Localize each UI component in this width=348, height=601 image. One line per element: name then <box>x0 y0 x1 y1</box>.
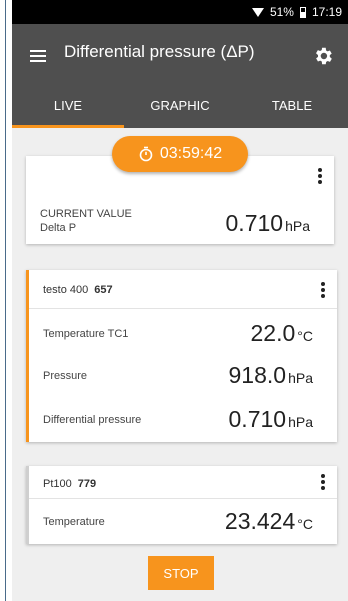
row-label: Temperature TC1 <box>43 328 129 340</box>
clock: 17:19 <box>311 5 342 19</box>
tab-graphic[interactable]: GRAPHIC <box>124 88 236 128</box>
row-value-unit: °C <box>297 516 313 532</box>
status-bar: 51% 17:19 <box>12 0 348 24</box>
current-value-label: CURRENT VALUE <box>40 208 132 220</box>
probe-card-pt100: Pt100 779 Temperature 23.424 °C <box>26 466 337 544</box>
current-value-number: 0.710 <box>225 210 284 236</box>
app-frame: 51% 17:19 Differential pressure (ΔP) LIV… <box>0 0 348 601</box>
probe-header: Pt100 779 <box>43 478 96 490</box>
divider <box>29 498 337 499</box>
more-options-icon[interactable] <box>321 474 325 490</box>
row-value: 23.424 °C <box>225 508 313 535</box>
row-value: 918.0 hPa <box>229 362 313 389</box>
tab-bar: LIVE GRAPHIC TABLE <box>12 88 348 128</box>
wifi-icon <box>251 7 264 17</box>
row-value: 0.710 hPa <box>229 406 313 433</box>
row-label: Temperature <box>43 516 105 528</box>
row-value: 22.0 °C <box>251 320 313 347</box>
probe-card-testo400: testo 400 657 Temperature TC1 22.0 °C Pres… <box>26 270 337 442</box>
battery-percent: 51% <box>269 5 294 19</box>
divider <box>29 308 337 309</box>
row-label: Differential pressure <box>43 414 142 426</box>
row-value-number: 918.0 <box>228 362 287 388</box>
current-value-sublabel: Delta P <box>40 222 77 234</box>
more-options-icon[interactable] <box>321 282 325 298</box>
current-value: 0.710 hPa <box>226 210 310 237</box>
current-value-unit: hPa <box>285 218 310 234</box>
stopwatch-icon <box>139 146 153 162</box>
left-border <box>5 0 6 601</box>
row-value-unit: °C <box>297 328 313 344</box>
more-options-icon[interactable] <box>318 168 322 184</box>
app-bar: Differential pressure (ΔP) <box>12 24 348 88</box>
stop-button[interactable]: STOP <box>148 556 214 590</box>
menu-icon[interactable] <box>30 50 46 62</box>
timer-badge: 03:59:42 <box>112 136 248 172</box>
tab-live[interactable]: LIVE <box>12 88 124 128</box>
tab-table[interactable]: TABLE <box>236 88 348 128</box>
row-value-number: 0.710 <box>228 406 287 432</box>
row-value-unit: hPa <box>288 414 313 430</box>
row-value-unit: hPa <box>288 370 313 386</box>
probe-name: Pt100 <box>43 478 72 490</box>
timer-value: 03:59:42 <box>159 145 223 162</box>
probe-serial: 657 <box>94 284 113 296</box>
probe-name: testo 400 <box>43 284 89 296</box>
gear-icon[interactable] <box>312 45 334 67</box>
probe-serial: 779 <box>77 478 97 490</box>
row-label: Pressure <box>43 370 88 382</box>
probe-header: testo 400 657 <box>43 284 113 296</box>
row-value-number: 22.0 <box>250 320 296 346</box>
row-value-number: 23.424 <box>224 508 296 534</box>
battery-icon <box>299 6 306 18</box>
page-title: Differential pressure (ΔP) <box>64 42 255 61</box>
